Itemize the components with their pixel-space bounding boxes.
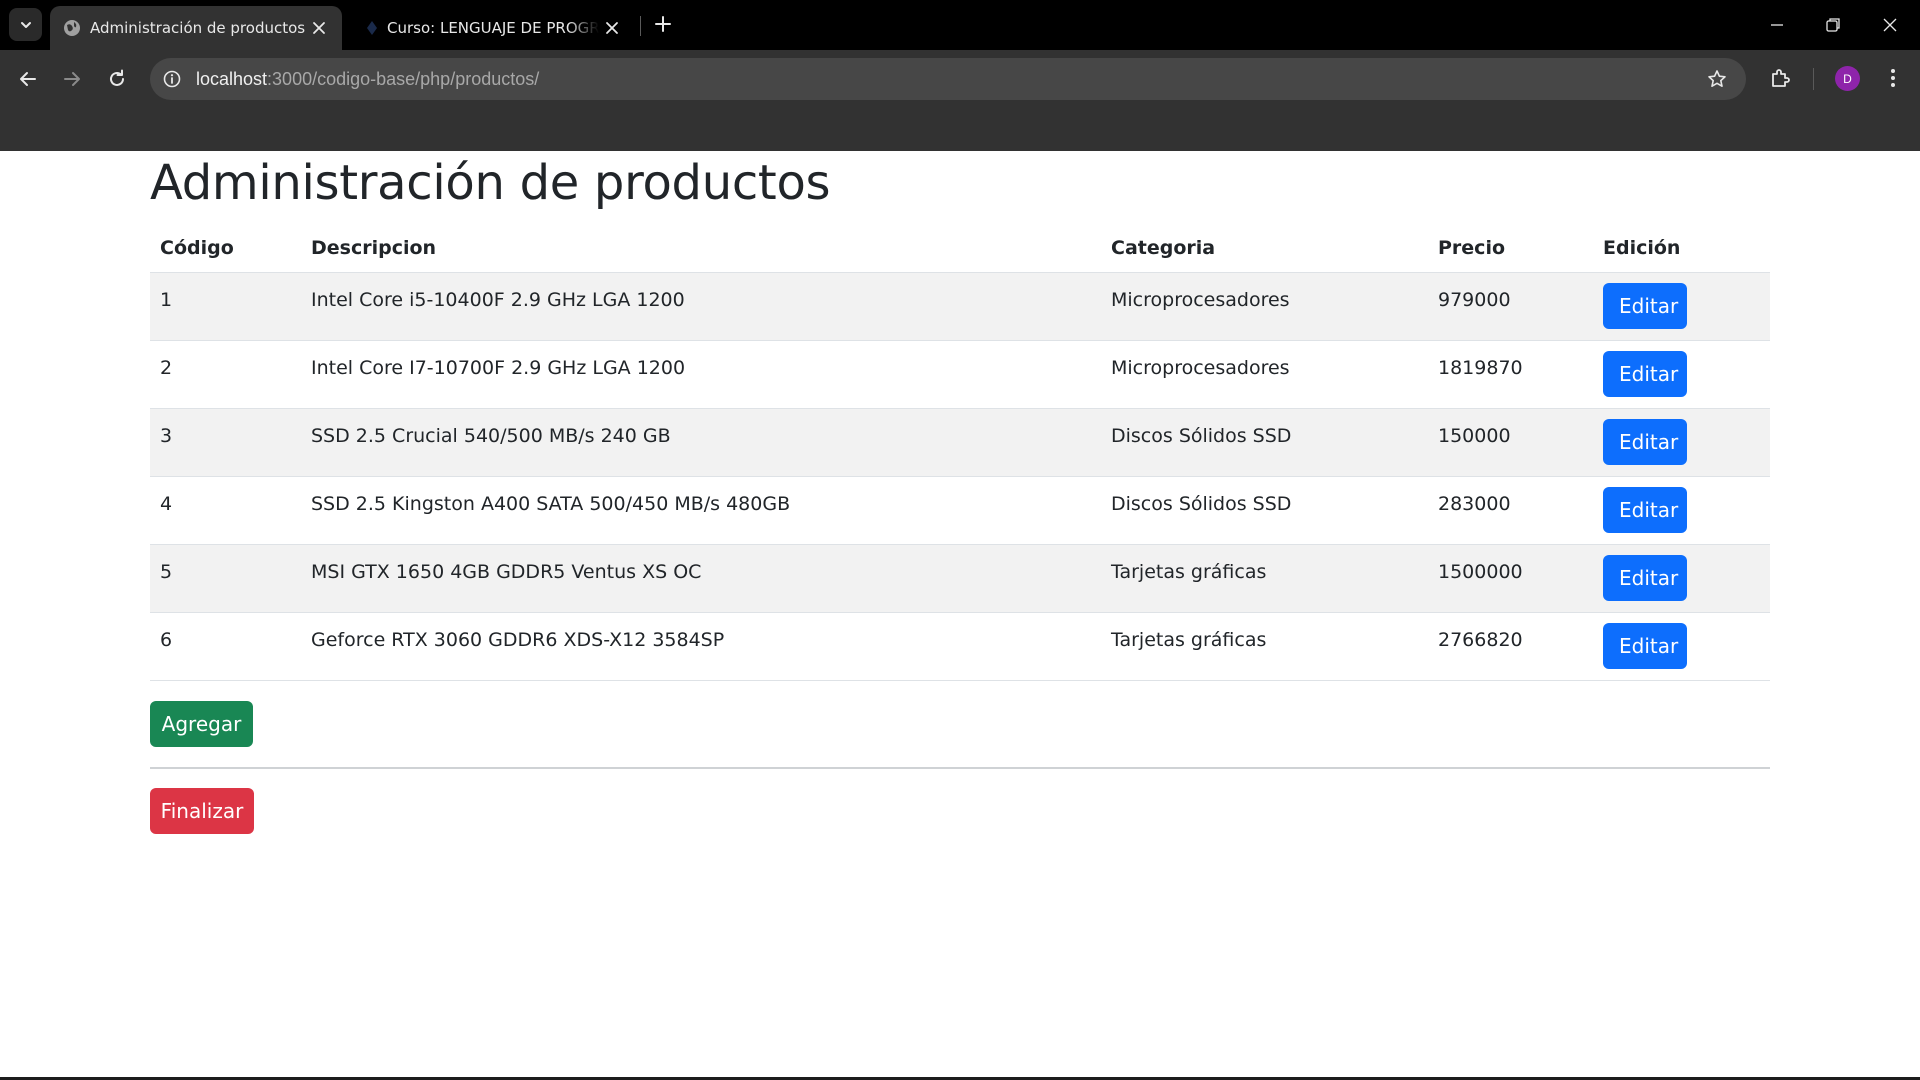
cell-category: Discos Sólidos SSD: [1101, 476, 1428, 545]
cell-code: 5: [150, 544, 301, 613]
edit-button[interactable]: Editar: [1603, 554, 1687, 601]
edit-button[interactable]: Editar: [1603, 486, 1687, 533]
edit-button[interactable]: Editar: [1603, 418, 1687, 465]
cell-description: Geforce RTX 3060 GDDR6 XDS-X12 3584SP: [301, 612, 1101, 681]
tab-title: Curso: LENGUAJE DE PROGRAMACIÓN: [387, 19, 599, 37]
cell-category: Discos Sólidos SSD: [1101, 408, 1428, 477]
tab-curso[interactable]: Curso: LENGUAJE DE PROGRAMACIÓN: [350, 6, 635, 50]
tab-divider: [640, 16, 641, 36]
edit-button[interactable]: Editar: [1603, 622, 1687, 669]
cell-description: MSI GTX 1650 4GB GDDR5 Ventus XS OC: [301, 544, 1101, 613]
toolbar-divider: [1813, 68, 1814, 90]
page-content: Administración de productos Código Descr…: [0, 151, 1920, 1080]
page-title: Administración de productos: [150, 155, 831, 211]
cell-price: 1500000: [1428, 544, 1593, 613]
url-path: :3000/codigo-base/php/productos/: [267, 69, 540, 89]
cell-code: 4: [150, 476, 301, 545]
address-bar[interactable]: localhost:3000/codigo-base/php/productos…: [150, 58, 1746, 100]
chevron-down-icon: [20, 21, 31, 28]
cell-description: Intel Core I7-10700F 2.9 GHz LGA 1200: [301, 340, 1101, 409]
new-tab-plus-icon[interactable]: [652, 13, 674, 35]
cell-edit: Editar: [1593, 476, 1770, 545]
site-favicon-icon: [367, 21, 377, 35]
url-host: localhost: [196, 69, 268, 89]
cell-code: 2: [150, 340, 301, 409]
cell-edit: Editar: [1593, 408, 1770, 477]
cell-code: 6: [150, 612, 301, 681]
close-icon[interactable]: [310, 19, 328, 37]
cell-category: Tarjetas gráficas: [1101, 544, 1428, 613]
cell-code: 3: [150, 408, 301, 477]
cell-price: 1819870: [1428, 340, 1593, 409]
globe-icon: [64, 20, 80, 36]
profile-avatar[interactable]: D: [1835, 66, 1860, 91]
tab-search-button[interactable]: [9, 8, 42, 41]
more-menu-icon[interactable]: [1881, 65, 1905, 91]
cell-description: SSD 2.5 Kingston A400 SATA 500/450 MB/s …: [301, 476, 1101, 545]
cell-code: 1: [150, 272, 301, 341]
browser-toolbar: localhost:3000/codigo-base/php/productos…: [0, 50, 1920, 151]
forward-button[interactable]: [57, 64, 87, 94]
edit-button[interactable]: Editar: [1603, 350, 1687, 397]
cell-description: Intel Core i5-10400F 2.9 GHz LGA 1200: [301, 272, 1101, 341]
table-header-row: Código Descripcion Categoria Precio Edic…: [150, 225, 1770, 273]
reload-icon: [110, 69, 124, 86]
close-icon[interactable]: [603, 19, 621, 37]
section-divider: [150, 767, 1770, 769]
products-table: Código Descripcion Categoria Precio Edic…: [150, 225, 1770, 681]
header-code: Código: [150, 225, 301, 273]
cell-category: Microprocesadores: [1101, 340, 1428, 409]
cell-edit: Editar: [1593, 272, 1770, 341]
extensions-puzzle-icon[interactable]: [1768, 65, 1794, 91]
header-edit: Edición: [1593, 225, 1770, 273]
finish-button[interactable]: Finalizar: [150, 788, 254, 834]
add-product-button[interactable]: Agregar: [150, 701, 253, 747]
reload-button[interactable]: [102, 64, 132, 94]
star-bookmark-icon[interactable]: [1706, 68, 1728, 90]
table-row: 2 Intel Core I7-10700F 2.9 GHz LGA 1200 …: [150, 340, 1770, 409]
arrow-left-icon: [20, 72, 36, 86]
cell-edit: Editar: [1593, 340, 1770, 409]
cell-category: Tarjetas gráficas: [1101, 612, 1428, 681]
cell-price: 150000: [1428, 408, 1593, 477]
arrow-right-icon: [64, 72, 80, 86]
edit-button[interactable]: Editar: [1603, 282, 1687, 329]
tab-productos[interactable]: Administración de productos: [50, 6, 342, 50]
back-button[interactable]: [13, 64, 43, 94]
info-icon[interactable]: [162, 69, 182, 89]
cell-price: 283000: [1428, 476, 1593, 545]
browser-tab-strip: Administración de productos Curso: LENGU…: [0, 0, 1920, 50]
table-row: 4 SSD 2.5 Kingston A400 SATA 500/450 MB/…: [150, 476, 1770, 545]
header-price: Precio: [1428, 225, 1593, 273]
cell-edit: Editar: [1593, 544, 1770, 613]
table-row: 3 SSD 2.5 Crucial 540/500 MB/s 240 GB Di…: [150, 408, 1770, 477]
table-row: 1 Intel Core i5-10400F 2.9 GHz LGA 1200 …: [150, 272, 1770, 341]
window-close-icon[interactable]: [1879, 14, 1901, 36]
cell-price: 2766820: [1428, 612, 1593, 681]
header-description: Descripcion: [301, 225, 1101, 273]
tab-title: Administración de productos: [90, 19, 306, 37]
table-row: 5 MSI GTX 1650 4GB GDDR5 Ventus XS OC Ta…: [150, 544, 1770, 613]
header-category: Categoria: [1101, 225, 1428, 273]
cell-description: SSD 2.5 Crucial 540/500 MB/s 240 GB: [301, 408, 1101, 477]
cell-category: Microprocesadores: [1101, 272, 1428, 341]
restore-icon[interactable]: [1822, 14, 1844, 36]
table-row: 6 Geforce RTX 3060 GDDR6 XDS-X12 3584SP …: [150, 612, 1770, 681]
url-text[interactable]: localhost:3000/codigo-base/php/productos…: [196, 68, 539, 90]
minimize-icon[interactable]: [1766, 14, 1788, 36]
cell-price: 979000: [1428, 272, 1593, 341]
cell-edit: Editar: [1593, 612, 1770, 681]
